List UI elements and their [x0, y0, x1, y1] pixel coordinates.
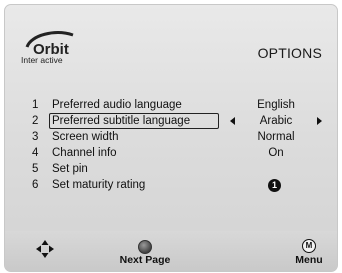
menu-item-label: Preferred subtitle language — [52, 115, 191, 127]
footer-bar: Next Page M Menu — [5, 231, 337, 271]
page-title: OPTIONS — [257, 45, 322, 61]
menu-item-label: Set pin — [52, 163, 88, 175]
next-page-label[interactable]: Next Page — [113, 254, 177, 266]
menu-item-number: 4 — [32, 147, 39, 159]
menu-item-channel-info[interactable]: 4 Channel info On — [5, 145, 337, 161]
menu-item-value: Arabic — [259, 115, 293, 127]
arrow-left-icon[interactable] — [230, 117, 235, 125]
menu-item-value: On — [268, 147, 284, 159]
menu-item-number: 3 — [32, 131, 39, 143]
menu-item-set-pin[interactable]: 5 Set pin — [5, 161, 337, 177]
maturity-rating-badge: 1 — [268, 179, 281, 192]
menu-item-subtitle-language[interactable]: 2 Preferred subtitle language Arabic — [5, 113, 337, 129]
menu-item-number: 5 — [32, 163, 39, 175]
menu-button-icon[interactable]: M — [302, 239, 316, 253]
menu-item-number: 2 — [32, 115, 39, 127]
menu-item-label: Screen width — [52, 131, 119, 143]
orbit-logo-mark: Orbit — [25, 31, 74, 57]
options-screen: Orbit Inter active OPTIONS 1 Preferred a… — [4, 4, 338, 272]
menu-label[interactable]: Menu — [289, 254, 329, 266]
next-page-button-icon[interactable] — [138, 240, 152, 254]
arrow-right-icon[interactable] — [317, 117, 322, 125]
logo-subtitle: Inter active — [21, 55, 63, 65]
menu-item-label: Set maturity rating — [52, 179, 146, 191]
orbit-logo: Orbit Inter active — [21, 27, 81, 67]
four-direction-arrows-icon[interactable] — [35, 239, 55, 259]
menu-item-number: 6 — [32, 179, 39, 191]
menu-item-value: English — [257, 99, 295, 111]
menu-item-screen-width[interactable]: 3 Screen width Normal — [5, 129, 337, 145]
menu-item-value: Normal — [257, 131, 295, 143]
menu-item-label: Preferred audio language — [52, 99, 182, 111]
menu-item-maturity-rating[interactable]: 6 Set maturity rating 1 — [5, 177, 337, 193]
menu-item-label: Channel info — [52, 147, 117, 159]
menu-item-number: 1 — [32, 99, 39, 111]
menu-item-audio-language[interactable]: 1 Preferred audio language English — [5, 97, 337, 113]
